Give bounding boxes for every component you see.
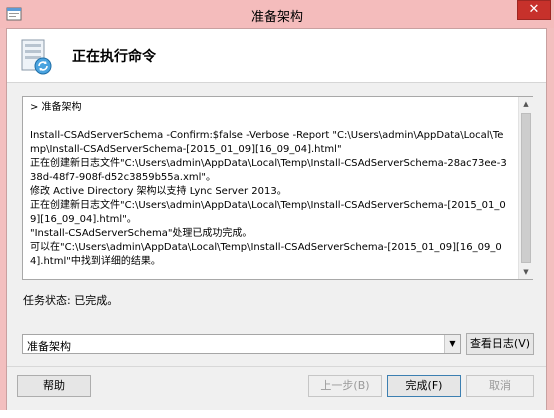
footer-divider — [7, 366, 546, 367]
window-title: 准备架构 — [250, 10, 303, 25]
close-button[interactable]: ✕ — [517, 0, 551, 20]
back-button[interactable]: 上一步(B) — [308, 375, 382, 397]
scroll-thumb[interactable] — [521, 113, 531, 263]
command-output-text: > 准备架构 Install-CSAdServerSchema -Confirm… — [30, 102, 507, 267]
vertical-scrollbar[interactable]: ▲ ▼ — [518, 97, 533, 279]
cancel-button[interactable]: 取消 — [466, 375, 534, 397]
server-setup-icon — [21, 39, 52, 75]
wizard-header: 正在执行命令 — [7, 29, 546, 83]
page-title: 正在执行命令 — [72, 49, 156, 65]
desktop-strip — [0, 410, 554, 418]
finish-button[interactable]: 完成(F) — [387, 375, 461, 397]
setup-wizard-window: 准备架构 ✕ 正在执行命令 > 准备架构 Install-CSAdServerS… — [0, 0, 554, 418]
title-bar: 准备架构 ✕ — [0, 0, 554, 28]
command-output-box[interactable]: > 准备架构 Install-CSAdServerSchema -Confirm… — [22, 96, 533, 280]
scroll-down-icon[interactable]: ▼ — [519, 265, 533, 279]
help-button[interactable]: 帮助 — [17, 375, 91, 397]
step-selector-dropdown[interactable]: 准备架构 ▼ — [22, 334, 461, 354]
scroll-up-icon[interactable]: ▲ — [519, 97, 533, 111]
task-status: 任务状态: 已完成。 — [23, 294, 119, 307]
step-selector-value: 准备架构 — [27, 340, 71, 353]
chevron-down-icon[interactable]: ▼ — [444, 335, 460, 353]
wizard-client-area: 正在执行命令 > 准备架构 Install-CSAdServerSchema -… — [6, 28, 547, 411]
view-log-button[interactable]: 查看日志(V) — [466, 333, 534, 355]
